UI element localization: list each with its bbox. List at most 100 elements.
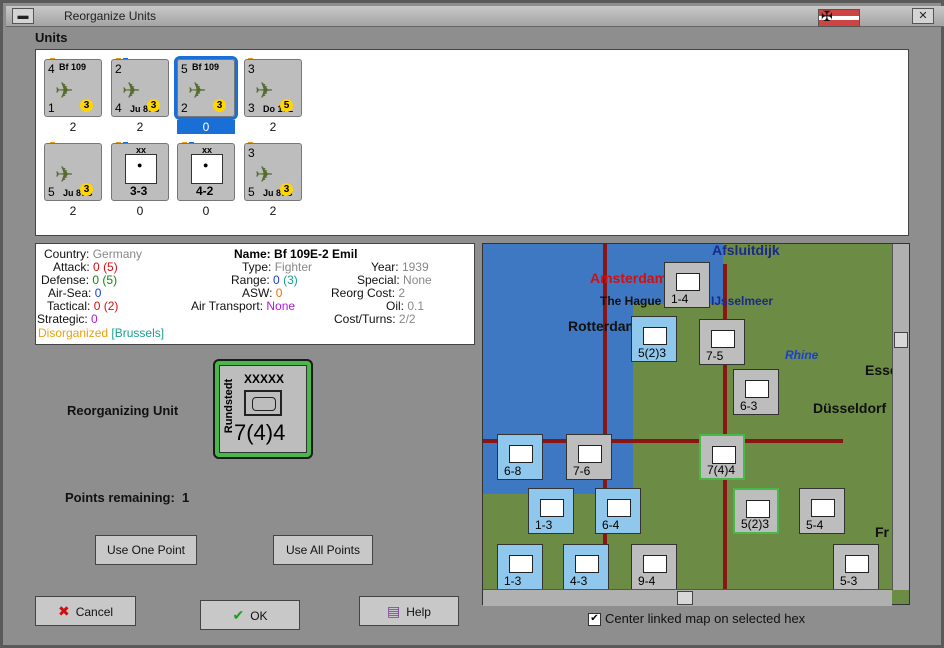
use-all-points-button[interactable]: Use All Points [273, 535, 373, 565]
unit-count: 2 [69, 204, 77, 218]
unit-status-dots [248, 52, 266, 63]
map-label: Amsterdam [590, 270, 668, 286]
special-row: Special: None [357, 273, 432, 287]
unit-status-dots [182, 136, 200, 147]
map-unit-counter[interactable]: 6-4 [595, 488, 641, 534]
attack-row: Attack: 0 (5) [53, 260, 118, 274]
unit-count: 2 [269, 120, 277, 134]
map-unit-counter[interactable]: 7-6 [566, 434, 612, 480]
unit-status-dots [116, 136, 134, 147]
unit-count: 2 [136, 120, 144, 134]
oil-row: Oil: 0.1 [386, 299, 425, 313]
map-unit-counter-selected[interactable]: 7(4)4 [699, 434, 745, 480]
strategic-row: Strategic: 0 [37, 312, 98, 326]
cancel-button[interactable]: ✖ Cancel [35, 596, 136, 626]
units-pane: 4 Bf 109 ✈ 1 3 2 2 ✈ 4 Ju 87B 3 2 5 Bf 1… [35, 49, 909, 236]
map-label: Düsseldorf [813, 400, 887, 416]
vertical-scroll-thumb[interactable] [894, 332, 908, 348]
asw-row: ASW: 0 [242, 286, 283, 300]
reorganizing-unit-counter: XXXXX Rundstedt 7(4)4 [213, 359, 313, 459]
bomber-plane-icon: ✈ [55, 162, 74, 187]
unit-count-selected: 0 [177, 120, 235, 134]
map-unit-counter[interactable]: 6-3 [733, 369, 779, 415]
defense-row: Defense: 0 (5) [41, 273, 118, 287]
reorganizing-unit-label: Reorganizing Unit [67, 403, 179, 418]
hq-symbol-icon [244, 390, 282, 416]
range-row: Range: 0 (3) [231, 273, 298, 287]
map-label: Rotterdam [568, 318, 639, 334]
unit-counter-do17z[interactable]: 3 ✈ 3 Do 17Z 5 [244, 59, 302, 117]
bomber-plane-icon: ✈ [255, 162, 274, 187]
center-map-checkbox-label[interactable]: Center linked map on selected hex [605, 611, 805, 626]
unit-counter-bf109e1[interactable]: 4 Bf 109 ✈ 1 3 [44, 59, 102, 117]
artillery-symbol-icon [125, 154, 157, 184]
map-unit-counter[interactable]: 9-4 [631, 544, 677, 590]
country-row: Country: Germany [44, 247, 143, 261]
map-label: Fr [875, 524, 889, 540]
unit-counter-ju87b[interactable]: 2 ✈ 4 Ju 87B 3 [111, 59, 169, 117]
units-label: Units [35, 30, 68, 45]
map-unit-counter[interactable]: 5-3 [833, 544, 879, 590]
linked-map-view[interactable]: Afsluitdijk Amsterdam The Hague IJsselme… [482, 243, 910, 605]
type-row: Type: Fighter [242, 260, 313, 274]
unit-counter-105mm-artillery[interactable]: xx 3-3 [111, 143, 169, 201]
map-label: IJsselmeer [711, 294, 774, 308]
close-button[interactable]: ✕ [912, 8, 934, 24]
map-unit-counter[interactable]: 5(2)3 [733, 488, 779, 534]
help-button[interactable]: ▤ Help [359, 596, 459, 626]
map-unit-counter[interactable]: 5-4 [799, 488, 845, 534]
map-vertical-scrollbar[interactable] [892, 244, 909, 590]
fighter-plane-icon: ✈ [55, 78, 74, 103]
map-label: Afsluitdijk [712, 243, 780, 258]
points-remaining: Points remaining: 1 [65, 490, 190, 505]
unit-strength-label: 7(4)4 [234, 420, 286, 445]
map-unit-counter[interactable]: 1-4 [664, 262, 710, 308]
name-row: Name: Bf 109E-2 Emil [234, 247, 358, 261]
map-unit-counter[interactable]: 6-8 [497, 434, 543, 480]
checkmark-icon: ✔ [232, 607, 245, 623]
title-bar[interactable]: ▬ Reorganize Units ✕ [6, 6, 944, 27]
unit-counter-ju87b-2[interactable]: ✈ 5 Ju 87B 3 [44, 143, 102, 201]
ok-button[interactable]: ✔ OK [200, 600, 300, 630]
unit-count: 0 [136, 204, 144, 218]
map-unit-counter[interactable]: 7-5 [699, 319, 745, 365]
unit-size-label: XXXXX [244, 372, 285, 386]
unit-status-dots [116, 52, 134, 63]
map-horizontal-scrollbar[interactable] [483, 589, 892, 606]
system-menu-button[interactable]: ▬ [12, 8, 34, 24]
unit-status-dots [50, 52, 68, 63]
german-flag-icon [818, 8, 860, 27]
reorganize-units-window: ▬ Reorganize Units ✕ Units 4 Bf 109 ✈ 1 … [0, 0, 944, 648]
unit-info-panel: Country: Germany Attack: 0 (5) Defense: … [35, 243, 475, 345]
fighter-plane-icon: ✈ [188, 78, 207, 103]
map-unit-counter[interactable]: 1-3 [528, 488, 574, 534]
map-label: The Hague [600, 294, 662, 308]
unit-counter-ju87b-3[interactable]: 3 ✈ 5 Ju 87B 3 [244, 143, 302, 201]
air-transport-row: Air Transport: None [191, 299, 296, 313]
unit-status-dots [182, 52, 200, 63]
unit-status-dots [248, 136, 266, 147]
unit-status-dots [50, 136, 68, 147]
unit-count: 2 [69, 120, 77, 134]
unit-counter-150mm-artillery[interactable]: xx 4-2 [177, 143, 235, 201]
tactical-row: Tactical: 0 (2) [47, 299, 119, 313]
map-unit-counter[interactable]: 4-3 [563, 544, 609, 590]
airsea-row: Air-Sea: 0 [48, 286, 102, 300]
unit-count: 2 [269, 204, 277, 218]
status-row: Disorganized [Brussels] [38, 326, 165, 340]
use-one-point-button[interactable]: Use One Point [95, 535, 197, 565]
reorg-cost-row: Reorg Cost: 2 [331, 286, 406, 300]
window-title: Reorganize Units [64, 9, 157, 23]
unit-count: 0 [202, 204, 210, 218]
map-label: Rhine [785, 348, 819, 362]
year-row: Year: 1939 [371, 260, 429, 274]
map-unit-counter[interactable]: 1-3 [497, 544, 543, 590]
cancel-x-icon: ✖ [57, 603, 70, 619]
center-map-checkbox[interactable]: ✔ [588, 613, 601, 626]
horizontal-scroll-thumb[interactable] [677, 591, 693, 605]
unit-counter-bf109e2-selected[interactable]: 5 Bf 109 ✈ 2 3 [174, 56, 238, 120]
bomber-plane-icon: ✈ [122, 78, 141, 103]
artillery-symbol-icon [191, 154, 223, 184]
map-unit-counter[interactable]: 5(2)3 [631, 316, 677, 362]
bomber-plane-icon: ✈ [255, 78, 274, 103]
